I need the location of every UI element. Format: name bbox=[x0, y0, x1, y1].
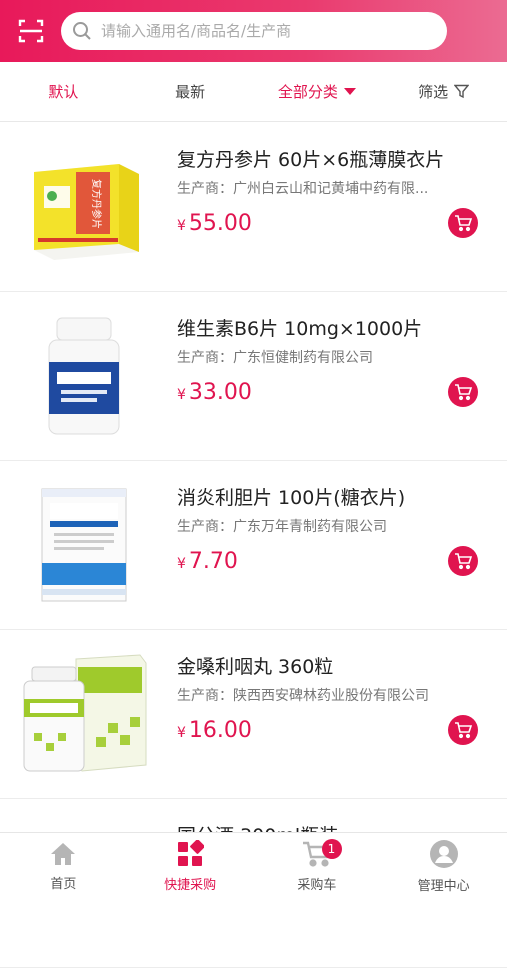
tab-home-label: 首页 bbox=[50, 877, 77, 892]
product-name[interactable]: 消炎利胆片 100片(糖衣片) bbox=[177, 483, 487, 510]
scan-button[interactable] bbox=[0, 0, 62, 62]
price-value: 55.00 bbox=[188, 211, 252, 236]
currency-symbol: ¥ bbox=[177, 218, 186, 234]
price-value: 7.70 bbox=[188, 549, 238, 574]
filter-screen-label: 筛选 bbox=[418, 83, 449, 101]
filter-default-label: 默认 bbox=[48, 83, 79, 101]
scan-icon bbox=[18, 19, 44, 43]
product-image bbox=[18, 310, 150, 442]
user-icon bbox=[429, 840, 458, 868]
search-input[interactable] bbox=[101, 22, 431, 40]
add-to-cart-button[interactable] bbox=[448, 377, 478, 407]
product-name[interactable]: 复方丹参片 60片×6瓶薄膜衣片 bbox=[177, 145, 487, 172]
product-name[interactable]: 金嗓利咽丸 360粒 bbox=[177, 652, 487, 679]
price-value: 33.00 bbox=[188, 380, 252, 405]
add-cart-icon bbox=[455, 722, 472, 739]
product-maker: 生产商：广州白云山和记黄埔中药有限... bbox=[177, 181, 429, 197]
tab-management-label: 管理中心 bbox=[417, 879, 470, 894]
tab-management[interactable]: 管理中心 bbox=[380, 833, 507, 900]
product-price: ¥16.00 bbox=[177, 718, 252, 743]
filter-category-label: 全部分类 bbox=[277, 83, 338, 101]
cart-badge: 1 bbox=[321, 839, 342, 859]
product-image bbox=[18, 648, 150, 780]
add-to-cart-button[interactable] bbox=[448, 715, 478, 745]
currency-symbol: ¥ bbox=[177, 556, 186, 572]
product-price: ¥7.70 bbox=[177, 549, 238, 574]
currency-symbol: ¥ bbox=[177, 387, 186, 403]
add-to-cart-button[interactable] bbox=[448, 208, 478, 238]
price-value: 16.00 bbox=[188, 718, 252, 743]
home-icon bbox=[51, 843, 76, 865]
filter-bar: 默认 最新 全部分类 筛选 bbox=[0, 62, 507, 122]
caret-down-icon bbox=[343, 88, 356, 95]
filter-latest-label: 最新 bbox=[175, 83, 206, 101]
product-item[interactable]: 复方丹参片 复方丹参片 60片×6瓶薄膜衣片 生产商：广州白云山和记黄埔中药有限… bbox=[0, 123, 507, 292]
filter-default[interactable]: 默认 bbox=[0, 62, 127, 121]
add-to-cart-button[interactable] bbox=[448, 546, 478, 576]
add-cart-icon bbox=[455, 553, 472, 570]
product-image: 复方丹参片 bbox=[18, 141, 150, 273]
funnel-icon bbox=[454, 84, 470, 99]
product-maker: 生产商：陕西西安碑林药业股份有限公司 bbox=[177, 688, 429, 704]
filter-screen[interactable]: 筛选 bbox=[380, 62, 507, 121]
top-header bbox=[0, 0, 507, 62]
search-icon bbox=[71, 20, 93, 42]
tab-home[interactable]: 首页 bbox=[0, 833, 127, 900]
currency-symbol: ¥ bbox=[177, 725, 186, 741]
product-image bbox=[18, 479, 150, 611]
bottom-tab-bar: 首页 快捷采购 1 采购车 管理中心 bbox=[0, 832, 507, 900]
tab-quick-buy-label: 快捷采购 bbox=[164, 878, 217, 893]
product-item[interactable]: 维生素B6片 10mg×1000片 生产商：广东恒健制药有限公司 ¥33.00 bbox=[0, 292, 507, 461]
search-bar[interactable] bbox=[61, 12, 447, 50]
product-price: ¥33.00 bbox=[177, 380, 252, 405]
svg-text:复方丹参片: 复方丹参片 bbox=[90, 179, 103, 229]
product-item[interactable]: 金嗓利咽丸 360粒 生产商：陕西西安碑林药业股份有限公司 ¥16.00 bbox=[0, 630, 507, 799]
product-item[interactable]: 消炎利胆片 100片(糖衣片) 生产商：广东万年青制药有限公司 ¥7.70 bbox=[0, 461, 507, 630]
product-maker: 生产商：广东恒健制药有限公司 bbox=[177, 350, 373, 366]
filter-category[interactable]: 全部分类 bbox=[254, 62, 381, 121]
add-cart-icon bbox=[455, 384, 472, 401]
tab-quick-buy[interactable]: 快捷采购 bbox=[127, 833, 254, 900]
tab-cart-label: 采购车 bbox=[297, 878, 337, 893]
product-maker: 生产商：广东万年青制药有限公司 bbox=[177, 519, 387, 535]
product-name[interactable]: 维生素B6片 10mg×1000片 bbox=[177, 314, 487, 341]
add-cart-icon bbox=[455, 215, 472, 232]
tab-cart[interactable]: 1 采购车 bbox=[254, 833, 381, 900]
product-price: ¥55.00 bbox=[177, 211, 252, 236]
filter-latest[interactable]: 最新 bbox=[127, 62, 254, 121]
quick-buy-icon bbox=[178, 840, 205, 866]
